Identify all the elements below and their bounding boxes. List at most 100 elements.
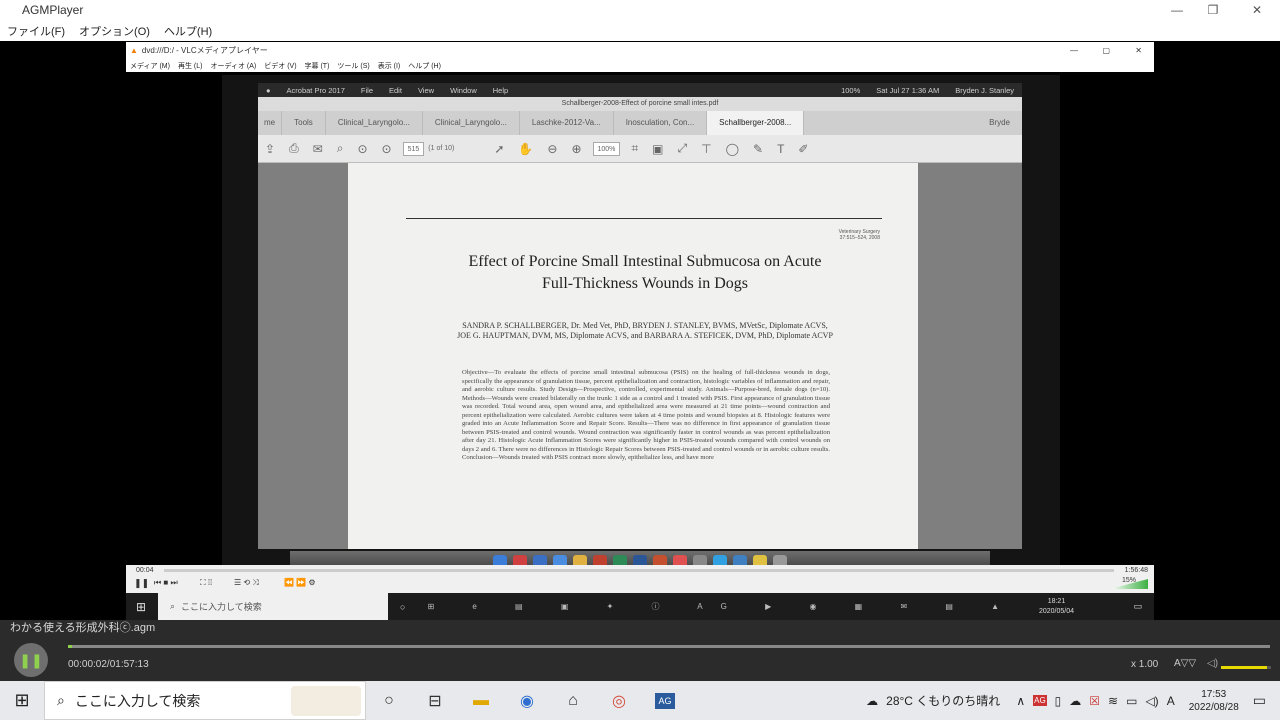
- vlc-total: 1:56:48: [1124, 567, 1148, 574]
- acrobat-home-tab: me: [258, 111, 283, 135]
- zoom-in-icon: ⊕: [571, 141, 582, 156]
- restore-icon[interactable]: ❐: [1198, 2, 1228, 18]
- folder-icon: ▬: [473, 691, 489, 709]
- vlc-menu-tools[interactable]: ツール (S): [337, 61, 369, 71]
- volume-slider[interactable]: [1221, 666, 1271, 669]
- recorded-date: 2020/05/04: [1038, 607, 1074, 615]
- search-highlight-image: [291, 686, 361, 716]
- page-up-icon: ⊙: [357, 141, 368, 156]
- vlc-minimize-icon[interactable]: —: [1070, 46, 1078, 55]
- battery-icon[interactable]: ▭: [1126, 694, 1137, 708]
- vlc-pause-icon[interactable]: ❚❚: [134, 578, 149, 589]
- taskbar-clock[interactable]: 17:53 2022/08/28: [1189, 688, 1239, 714]
- start-button[interactable]: ⊞: [0, 681, 44, 720]
- minimize-icon[interactable]: —: [1162, 2, 1192, 18]
- acrobat-doc-title: Schallberger-2008-Effect of porcine smal…: [258, 97, 1022, 111]
- mac-menu-help: Help: [492, 85, 509, 95]
- menu-options[interactable]: オプション(O): [79, 23, 150, 39]
- vlc-restore-icon[interactable]: ▢: [1102, 46, 1110, 55]
- vlc-loop-icon[interactable]: ☰ ⟲ ⤨: [234, 578, 259, 588]
- hand-icon: ✋: [518, 141, 534, 156]
- tray-app-icon[interactable]: AG: [1033, 695, 1047, 706]
- vlc-titlebar: ▲ dvd:///D:/ - VLCメディアプレイヤー — ▢ ✕: [126, 42, 1154, 59]
- crop-icon: ⌗: [631, 141, 639, 155]
- ab-repeat-button[interactable]: A▽▽: [1174, 658, 1196, 669]
- vlc-menu-subtitle[interactable]: 字幕 (T): [305, 61, 330, 71]
- volume-icon[interactable]: ◁): [1207, 658, 1218, 669]
- volume-fill: [1221, 666, 1267, 669]
- grammarly-icon: ◉: [520, 692, 534, 710]
- fit-icon: ▣: [652, 141, 664, 156]
- search-icon: ⌕: [57, 692, 65, 708]
- acrobat-page-num: 515: [402, 141, 425, 156]
- fullscreen-icon: ⤢: [677, 141, 688, 155]
- vlc-menu-help[interactable]: ヘルプ (H): [408, 61, 441, 71]
- speed-control[interactable]: x 1.00: [1131, 659, 1158, 670]
- speaker-icon[interactable]: ◁): [1145, 694, 1158, 708]
- wifi-icon[interactable]: ≋: [1108, 694, 1118, 708]
- taskbar-search[interactable]: ⌕ ここに入力して検索: [44, 681, 366, 720]
- clock-date: 2022/08/28: [1188, 701, 1239, 713]
- seek-bar[interactable]: [68, 645, 1270, 648]
- menu-help[interactable]: ヘルプ(H): [164, 23, 212, 39]
- task-view-button[interactable]: ⊟: [412, 681, 458, 720]
- recorded-search-text: ここに入力して検索: [181, 602, 262, 612]
- windows-taskbar: ⊞ ⌕ ここに入力して検索 ○ ⊟ ▬ ◉ ⌂ ◎ AG ☁ 28°C くもりの…: [0, 681, 1280, 720]
- page-down-icon: ⊙: [381, 141, 392, 156]
- playback-time: 00:00:02/01:57:13: [68, 659, 149, 670]
- menu-file[interactable]: ファイル(F): [7, 23, 65, 39]
- mail-icon: ✉: [312, 141, 323, 156]
- explorer-button[interactable]: ▬: [458, 681, 504, 720]
- pen-icon: ✎: [753, 141, 764, 156]
- pause-button[interactable]: ❚❚: [14, 643, 48, 677]
- app-button[interactable]: ⌂: [550, 681, 596, 720]
- mac-app-name: Acrobat Pro 2017: [286, 85, 345, 95]
- search-icon: ⌕: [336, 141, 344, 155]
- acrobat-user: Bryde: [989, 118, 1010, 127]
- vlc-menu-video[interactable]: ビデオ (V): [264, 61, 296, 71]
- pointer-icon: ➚: [494, 141, 505, 156]
- video-area[interactable]: ▲ dvd:///D:/ - VLCメディアプレイヤー — ▢ ✕ メディア (…: [0, 41, 1280, 620]
- journal-ref: Veterinary Surgery 37:515–524, 2008: [838, 229, 880, 241]
- paper-title: Effect of Porcine Small Intestinal Submu…: [350, 251, 940, 295]
- app-menubar: ファイル(F) オプション(O) ヘルプ(H): [0, 20, 1280, 41]
- onedrive-icon[interactable]: ☁: [1069, 694, 1081, 708]
- paper-title-line1: Effect of Porcine Small Intestinal Submu…: [468, 253, 822, 270]
- tray-expand-icon[interactable]: ∧: [1016, 694, 1025, 708]
- mac-battery: 100%: [841, 85, 861, 95]
- acrobat-toolbar: ⇪ ⎙ ✉ ⌕ ⊙ ⊙ 515 (1 of 10) ➚ ✋ ⊖ ⊕ 100% ⌗…: [258, 135, 1022, 163]
- mac-menu-edit: Edit: [389, 85, 402, 95]
- paper-authors: SANDRA P. SCHALLBERGER, Dr. Med Vet, PhD…: [440, 321, 850, 341]
- recorded-time: 18:21: [1047, 597, 1066, 605]
- acrobat-doc-tab: Clinical_Laryngolo...: [326, 111, 423, 135]
- grammarly-button[interactable]: ◉: [504, 681, 550, 720]
- cortana-button[interactable]: ○: [366, 681, 412, 720]
- tray-x-icon[interactable]: ☒: [1089, 694, 1100, 708]
- recorded-taskbar: ⊞ ⌕ ここに入力して検索 ○ ⊞ e ▤ ▣ ✦ ⓘ AG ▶ ◉ ▦ ✉ ▤…: [126, 593, 1154, 620]
- vlc-menu-play[interactable]: 再生 (L): [178, 61, 203, 71]
- vlc-seekbar[interactable]: [164, 569, 1114, 572]
- file-name: わかる使える形成外科ⓒ.agm: [0, 620, 1280, 637]
- acrobat-page-of: (1 of 10): [428, 145, 455, 152]
- acrobat-doc-tab: Clinical_Laryngolo...: [423, 111, 520, 135]
- vlc-menu-audio[interactable]: オーディオ (A): [210, 61, 256, 71]
- vlc-menu-view[interactable]: 表示 (I): [378, 61, 401, 71]
- clock-time: 17:53: [1201, 688, 1227, 700]
- vlc-menu-media[interactable]: メディア (M): [130, 61, 170, 71]
- vlc-title: dvd:///D:/ - VLCメディアプレイヤー: [141, 46, 268, 55]
- close-icon[interactable]: ✕: [1242, 2, 1272, 18]
- search-icon: ⌕: [170, 601, 176, 611]
- agmplayer-button[interactable]: AG: [642, 681, 688, 720]
- ime-icon[interactable]: A: [1167, 694, 1175, 708]
- notification-icon[interactable]: ▭: [1253, 692, 1266, 709]
- seek-progress: [68, 645, 72, 648]
- vlc-frame-icon[interactable]: ⏪ ⏩ ⚙: [284, 578, 316, 587]
- vlc-fullscreen-icon[interactable]: ⛶ ⁞⁞: [200, 578, 212, 588]
- vlc-prev-icon[interactable]: ⏮ ■ ⏭: [154, 578, 178, 588]
- tray-device-icon[interactable]: ▯: [1055, 694, 1062, 708]
- notification-icon: ▭: [1133, 601, 1142, 611]
- vlc-close-icon[interactable]: ✕: [1135, 46, 1142, 55]
- chrome-button[interactable]: ◎: [596, 681, 642, 720]
- acrobat-doc-tab: Inosculation, Con...: [614, 111, 708, 135]
- player-controls: ❚❚ 00:00:02/01:57:13 x 1.00 A▽▽ ◁): [0, 637, 1280, 681]
